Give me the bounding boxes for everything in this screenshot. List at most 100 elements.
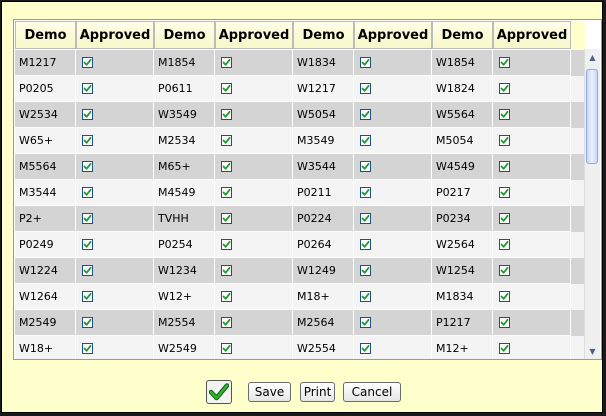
checkmark-icon <box>361 318 370 326</box>
approved-checkbox[interactable] <box>221 83 232 94</box>
demo-cell: W1254 <box>432 258 493 284</box>
checkmark-icon <box>83 188 92 196</box>
header-approved-4[interactable]: Approved <box>493 21 571 49</box>
approved-checkbox[interactable] <box>360 265 371 276</box>
approved-checkbox[interactable] <box>360 291 371 302</box>
checkmark-icon <box>500 266 509 274</box>
approved-cell <box>215 50 293 76</box>
table-row: W65+ M2534 M3549 M5054 <box>15 128 585 154</box>
approved-checkbox[interactable] <box>82 135 93 146</box>
approved-checkbox[interactable] <box>221 265 232 276</box>
header-demo-1[interactable]: Demo <box>15 21 76 49</box>
approved-checkbox[interactable] <box>82 239 93 250</box>
scroll-down-arrow-icon[interactable]: ▼ <box>585 343 600 359</box>
approved-checkbox[interactable] <box>221 213 232 224</box>
approved-checkbox[interactable] <box>221 317 232 328</box>
approved-checkbox[interactable] <box>499 265 510 276</box>
approved-checkbox[interactable] <box>499 187 510 198</box>
approved-checkbox[interactable] <box>360 57 371 68</box>
demo-cell: W1224 <box>15 258 76 284</box>
approved-checkbox[interactable] <box>499 109 510 120</box>
approved-checkbox[interactable] <box>82 265 93 276</box>
checkmark-icon <box>222 110 231 118</box>
approved-checkbox[interactable] <box>221 291 232 302</box>
ok-button[interactable] <box>206 380 232 404</box>
demo-cell: P2+ <box>15 206 76 232</box>
approved-checkbox[interactable] <box>82 109 93 120</box>
approved-checkbox[interactable] <box>82 57 93 68</box>
checkmark-icon <box>500 188 509 196</box>
approved-checkbox[interactable] <box>499 57 510 68</box>
approval-dialog: Demo Approved Demo Approved Demo Approve… <box>1 1 603 413</box>
demo-cell: M2549 <box>15 310 76 336</box>
approved-checkbox[interactable] <box>499 291 510 302</box>
approved-cell <box>493 128 571 154</box>
approved-checkbox[interactable] <box>499 317 510 328</box>
header-demo-4[interactable]: Demo <box>432 21 493 49</box>
header-demo-3[interactable]: Demo <box>293 21 354 49</box>
approved-checkbox[interactable] <box>360 187 371 198</box>
approved-cell <box>215 206 293 232</box>
approved-cell <box>76 50 154 76</box>
cancel-button[interactable]: Cancel <box>343 382 401 402</box>
header-demo-2[interactable]: Demo <box>154 21 215 49</box>
checkmark-icon <box>222 84 231 92</box>
approved-checkbox[interactable] <box>82 213 93 224</box>
demo-cell: W3544 <box>293 154 354 180</box>
checkmark-icon <box>222 292 231 300</box>
approved-checkbox[interactable] <box>499 161 510 172</box>
approved-checkbox[interactable] <box>360 239 371 250</box>
checkmark-icon <box>500 318 509 326</box>
approved-checkbox[interactable] <box>360 343 371 354</box>
checkmark-icon <box>222 214 231 222</box>
save-button[interactable]: Save <box>248 382 291 402</box>
checkmark-icon <box>361 240 370 248</box>
approved-cell <box>493 76 571 102</box>
table-row: M2549 M2554 M2564 P1217 <box>15 310 585 336</box>
approved-checkbox[interactable] <box>360 135 371 146</box>
vertical-scrollbar[interactable]: ▲ ▼ <box>584 49 600 359</box>
print-button[interactable]: Print <box>300 382 335 402</box>
header-approved-2[interactable]: Approved <box>215 21 293 49</box>
approved-checkbox[interactable] <box>82 187 93 198</box>
scrollbar-thumb[interactable] <box>586 69 598 164</box>
approved-checkbox[interactable] <box>221 239 232 250</box>
table-body: M1217 M1854 W1834 W1854 P0205 P0611 W1217 W1824… <box>15 50 585 359</box>
approved-checkbox[interactable] <box>221 57 232 68</box>
checkmark-icon <box>83 292 92 300</box>
demo-cell: W1264 <box>15 284 76 310</box>
demo-cell: P0234 <box>432 206 493 232</box>
header-approved-3[interactable]: Approved <box>354 21 432 49</box>
approved-cell <box>354 128 432 154</box>
approved-checkbox[interactable] <box>499 239 510 250</box>
approved-checkbox[interactable] <box>221 187 232 198</box>
approved-checkbox[interactable] <box>82 83 93 94</box>
approved-checkbox[interactable] <box>360 83 371 94</box>
demo-cell: W1824 <box>432 76 493 102</box>
demo-cell: P0264 <box>293 232 354 258</box>
approved-checkbox[interactable] <box>82 161 93 172</box>
approved-checkbox[interactable] <box>82 317 93 328</box>
approved-checkbox[interactable] <box>360 161 371 172</box>
demo-cell: M5054 <box>432 128 493 154</box>
approved-checkbox[interactable] <box>221 343 232 354</box>
demo-cell: W4549 <box>432 154 493 180</box>
approved-checkbox[interactable] <box>221 135 232 146</box>
checkmark-icon <box>222 318 231 326</box>
demo-approval-table: Demo Approved Demo Approved Demo Approve… <box>13 19 602 360</box>
approved-checkbox[interactable] <box>360 109 371 120</box>
header-approved-1[interactable]: Approved <box>76 21 154 49</box>
approved-checkbox[interactable] <box>221 109 232 120</box>
checkmark-icon <box>500 240 509 248</box>
approved-checkbox[interactable] <box>499 135 510 146</box>
approved-checkbox[interactable] <box>82 291 93 302</box>
scroll-up-arrow-icon[interactable]: ▲ <box>585 49 600 65</box>
approved-checkbox[interactable] <box>360 213 371 224</box>
approved-checkbox[interactable] <box>499 343 510 354</box>
approved-cell <box>354 336 432 359</box>
approved-checkbox[interactable] <box>499 83 510 94</box>
approved-checkbox[interactable] <box>221 161 232 172</box>
approved-checkbox[interactable] <box>360 317 371 328</box>
approved-checkbox[interactable] <box>82 343 93 354</box>
approved-checkbox[interactable] <box>499 213 510 224</box>
